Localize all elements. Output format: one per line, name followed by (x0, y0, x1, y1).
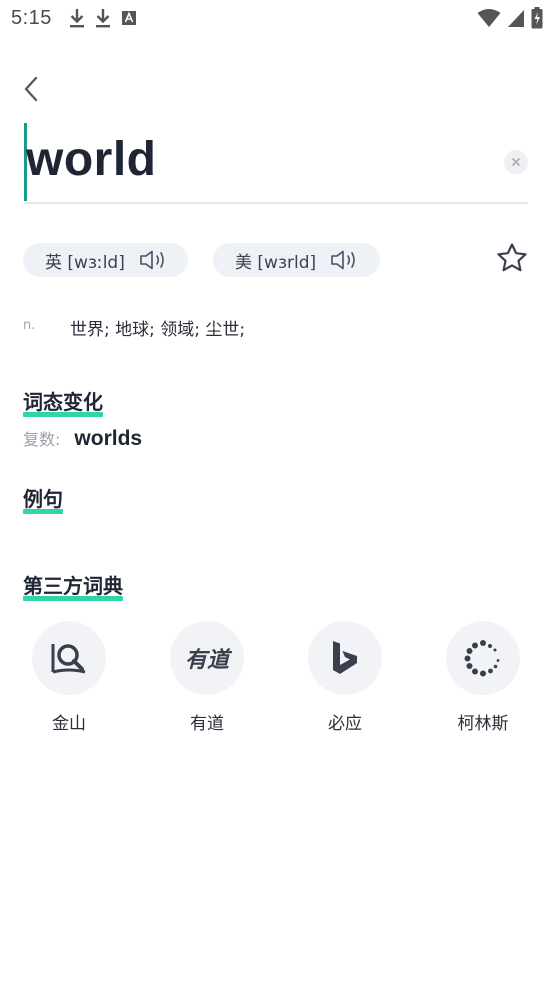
status-bar: 5:15 (0, 0, 553, 36)
dictionary-label: 柯林斯 (457, 714, 509, 734)
speaker-icon (139, 249, 169, 271)
close-icon (512, 158, 520, 166)
back-button[interactable] (16, 72, 46, 106)
section-title-third-party: 第三方词典 (23, 570, 123, 601)
part-of-speech: n. (23, 318, 36, 333)
dictionary-label: 金山 (52, 714, 86, 734)
plural-label: 复数: (23, 430, 61, 449)
plural-value[interactable]: worlds (74, 427, 142, 451)
status-time: 5:15 (11, 7, 52, 29)
notification-icons (68, 7, 138, 29)
pronunciation-uk-text: 英 [wɜːld] (45, 252, 125, 273)
battery-icon (531, 7, 543, 29)
font-app-icon (122, 11, 136, 25)
pronunciation-uk-button[interactable]: 英 [wɜːld] (23, 243, 188, 277)
star-icon (497, 243, 527, 272)
favorite-button[interactable] (495, 241, 529, 275)
download-icon (96, 9, 110, 28)
bing-icon (308, 621, 382, 695)
dictionary-kingsoft[interactable]: 金山 (24, 621, 114, 734)
chevron-left-icon (24, 76, 38, 102)
youdao-icon: 有道 (170, 621, 244, 695)
clear-button[interactable] (504, 150, 528, 174)
word-search-field[interactable]: world (24, 122, 528, 204)
pronunciation-row: 英 [wɜːld] 美 [wɜrld] (23, 243, 533, 277)
dictionary-label: 有道 (190, 714, 224, 734)
system-icons (477, 7, 543, 29)
section-title-inflections: 词态变化 (23, 386, 103, 417)
download-icon (70, 9, 84, 28)
svg-text:有道: 有道 (185, 647, 232, 673)
inflection-plural: 复数: worlds (23, 426, 142, 451)
section-title-examples: 例句 (23, 483, 63, 514)
signal-icon (508, 10, 524, 27)
dictionary-youdao[interactable]: 有道 有道 (162, 621, 252, 734)
dictionary-bing[interactable]: 必应 (300, 621, 390, 734)
dictionary-collins[interactable]: 柯林斯 (438, 621, 528, 734)
wifi-icon (477, 9, 501, 27)
kingsoft-icon (32, 621, 106, 695)
pronunciation-us-button[interactable]: 美 [wɜrld] (213, 243, 380, 277)
word-input[interactable]: world (26, 130, 157, 190)
third-party-dictionaries: 金山 有道 有道 必应 柯林斯 (0, 621, 553, 741)
collins-icon (446, 621, 520, 695)
pronunciation-us-text: 美 [wɜrld] (235, 252, 317, 273)
speaker-icon (330, 249, 360, 271)
dictionary-label: 必应 (328, 714, 362, 734)
definition-text: 世界; 地球; 领域; 尘世; (70, 320, 246, 340)
